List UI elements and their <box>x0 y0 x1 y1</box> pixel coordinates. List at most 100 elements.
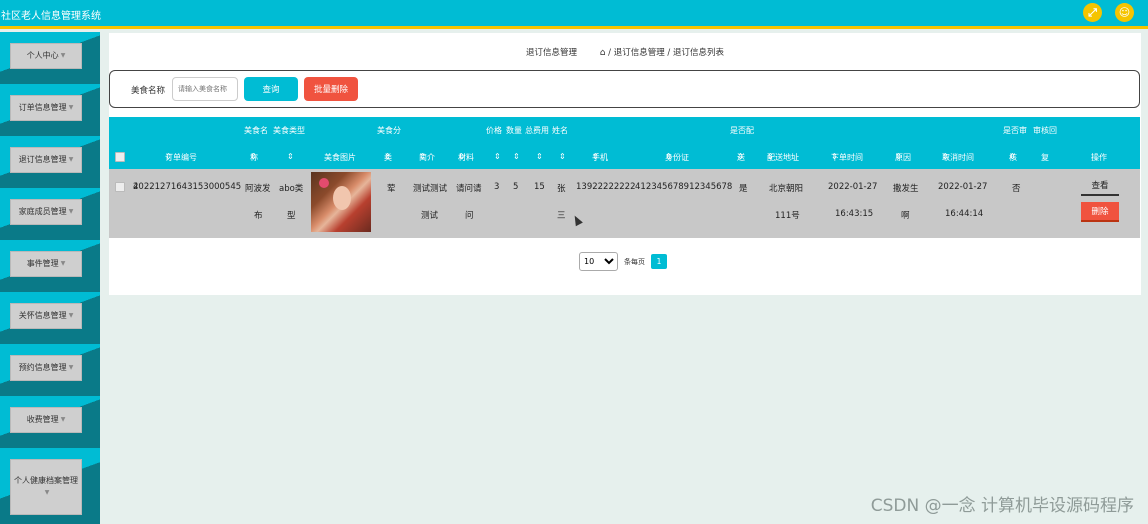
food-image <box>311 172 371 232</box>
sidebar-item-label: 家庭成员管理 <box>18 207 67 216</box>
per-page-label: 条每页 <box>624 258 645 266</box>
cell-total: 15 <box>534 182 545 192</box>
chevron-down-icon: ▼ <box>68 364 74 371</box>
expand-icon[interactable]: ⤢ <box>1083 3 1102 22</box>
sidebar-item-appointment-info: 预约信息管理 ▼ <box>0 344 100 396</box>
cell-order-date: 2022-01-27 <box>828 182 878 192</box>
page-button-1[interactable]: 1 <box>651 254 667 269</box>
batch-delete-button[interactable]: 批量删除 <box>304 77 358 101</box>
chevron-down-icon: ▼ <box>68 156 74 163</box>
sidebar-item-label: 个人健康档案管理 <box>14 476 78 485</box>
home-icon[interactable]: ⌂ <box>600 48 606 58</box>
breadcrumb-item[interactable]: 退订信息管理 <box>614 48 665 58</box>
cell-material-line2: 问 <box>465 211 474 221</box>
chevron-down-icon: ▼ <box>60 416 66 423</box>
sidebar-button-appointment-info[interactable]: 预约信息管理 ▼ <box>10 355 82 381</box>
sidebar-button-order-info[interactable]: 订单信息管理 ▼ <box>10 95 82 121</box>
query-button[interactable]: 查询 <box>244 77 298 101</box>
cell-qty: 5 <box>513 182 519 192</box>
cell-food-type-line1: abo类 <box>279 184 304 194</box>
sidebar-item-events: 事件管理 ▼ <box>0 240 100 292</box>
user-icon[interactable]: ☺ <box>1115 3 1134 22</box>
col-header-reply: 复 <box>1041 153 1049 162</box>
cell-reason-line1: 撒发生 <box>893 184 919 194</box>
sidebar-item-label: 事件管理 <box>26 259 59 268</box>
breadcrumb-item: 退订信息列表 <box>673 48 725 58</box>
sidebar-button-care-info[interactable]: 关怀信息管理 ▼ <box>10 303 82 329</box>
sidebar-item-care-info: 关怀信息管理 ▼ <box>0 292 100 344</box>
sidebar-item-charges: 收费管理 ▼ <box>0 396 100 448</box>
sidebar-item-label: 预约信息管理 <box>18 363 67 372</box>
col-header: 美食类型 <box>273 126 305 135</box>
sidebar-item-unsubscribe-info: 退订信息管理 ▼ <box>0 136 100 188</box>
cell-name-line1: 张 <box>557 184 566 194</box>
col-header: 总费用 <box>525 126 549 135</box>
cell-order-time: 16:43:15 <box>835 209 874 219</box>
sidebar-item-personal-center: 个人中心 ▼ <box>0 32 100 84</box>
cell-name-line2: 三 <box>557 211 566 221</box>
sidebar-item-label: 订单信息管理 <box>18 103 67 112</box>
cell-cancel-date: 2022-01-27 <box>938 182 988 192</box>
col-header: 数量 <box>506 126 522 135</box>
chevron-down-icon: ▼ <box>68 312 74 319</box>
chevron-down-icon: ▼ <box>68 104 74 111</box>
sidebar-item-label: 退订信息管理 <box>18 155 67 164</box>
cell-id-card: 412345678912345678 <box>635 182 733 192</box>
col-header: 是否审 <box>1003 126 1027 135</box>
chevron-down-icon: ▼ <box>60 52 66 59</box>
sidebar-button-family-members[interactable]: 家庭成员管理 ▼ <box>10 199 82 225</box>
cell-phone: 13922222222 <box>576 182 636 192</box>
chevron-down-icon: ▼ <box>44 489 50 496</box>
col-header: 价格 <box>486 126 502 135</box>
view-button[interactable]: 查看 <box>1081 176 1119 196</box>
cell-cancel-time: 16:44:14 <box>945 209 984 219</box>
top-bar: 社区老人信息管理系统 ⤢ ☺ <box>0 0 1148 29</box>
app-title: 社区老人信息管理系统 <box>1 11 101 22</box>
sidebar-button-health-records[interactable]: 个人健康档案管理 ▼ <box>10 459 82 515</box>
col-header: 姓名 <box>552 126 568 135</box>
cell-intro-line1: 测试测试 <box>413 184 448 194</box>
page-title: 退订信息管理 <box>525 48 577 58</box>
search-label: 美食名称 <box>131 86 166 96</box>
breadcrumb: 退订信息管理 ⌂ / 退订信息管理 / 退订信息列表 <box>109 46 1141 58</box>
table-row: 20221271643153000545 4 阿波发 布 abo类 型 荤 测试测… <box>109 169 1140 238</box>
search-panel: 美食名称 查询 批量删除 <box>109 70 1140 108</box>
flower-shape <box>319 178 329 188</box>
face-shape <box>333 186 351 210</box>
sidebar-button-events[interactable]: 事件管理 ▼ <box>10 251 82 277</box>
sidebar-button-charges[interactable]: 收费管理 ▼ <box>10 407 82 433</box>
select-all-checkbox[interactable] <box>115 152 125 162</box>
main-panel: 退订信息管理 ⌂ / 退订信息管理 / 退订信息列表 美食名称 查询 批量删除 … <box>109 33 1141 295</box>
col-header: 审核回 <box>1033 126 1057 135</box>
sidebar-item-health-records: 个人健康档案管理 ▼ <box>0 448 100 524</box>
cell-food-name-line1: 阿波发 <box>245 184 271 194</box>
search-input[interactable] <box>172 77 238 101</box>
breadcrumb-sep: / <box>608 48 611 58</box>
cell-intro-line2: 测试 <box>421 211 439 221</box>
sidebar-item-label: 收费管理 <box>26 415 59 424</box>
row-checkbox[interactable] <box>115 182 125 192</box>
sidebar-button-unsubscribe-info[interactable]: 退订信息管理 ▼ <box>10 147 82 173</box>
cell-address-line2: 111号 <box>775 211 800 221</box>
sidebar-button-personal-center[interactable]: 个人中心 ▼ <box>10 43 82 69</box>
cell-material-line1: 请问请 <box>456 184 482 194</box>
col-header: 美食名 <box>244 126 268 135</box>
col-header: 美食分 <box>377 126 401 135</box>
chevron-down-icon: ▼ <box>68 208 74 215</box>
col-header-actions: 操作 <box>1091 153 1107 162</box>
sidebar-item-order-info: 订单信息管理 ▼ <box>0 84 100 136</box>
watermark: CSDN @一念 计算机毕设源码程序 <box>870 496 1134 516</box>
cell-food-name-line2: 布 <box>254 211 263 221</box>
cell-address-line1: 北京朝阳 <box>769 184 804 194</box>
cell-food-type-line2: 型 <box>287 211 296 221</box>
cell-audited: 否 <box>1012 184 1021 194</box>
chevron-down-icon: ▼ <box>60 260 66 267</box>
breadcrumb-sep: / <box>667 48 671 58</box>
delete-button[interactable]: 删除 <box>1081 202 1119 222</box>
col-header: 是否配 <box>730 126 754 135</box>
page-size-select[interactable]: 10 <box>579 252 618 271</box>
sidebar: 个人中心 ▼ 订单信息管理 ▼ 退订信息管理 ▼ 家庭成员管理 ▼ 事件管理 ▼ 关怀信息… <box>0 32 100 524</box>
sidebar-item-label: 个人中心 <box>26 51 59 60</box>
sidebar-item-family-members: 家庭成员管理 ▼ <box>0 188 100 240</box>
cell-price: 3 <box>494 182 500 192</box>
